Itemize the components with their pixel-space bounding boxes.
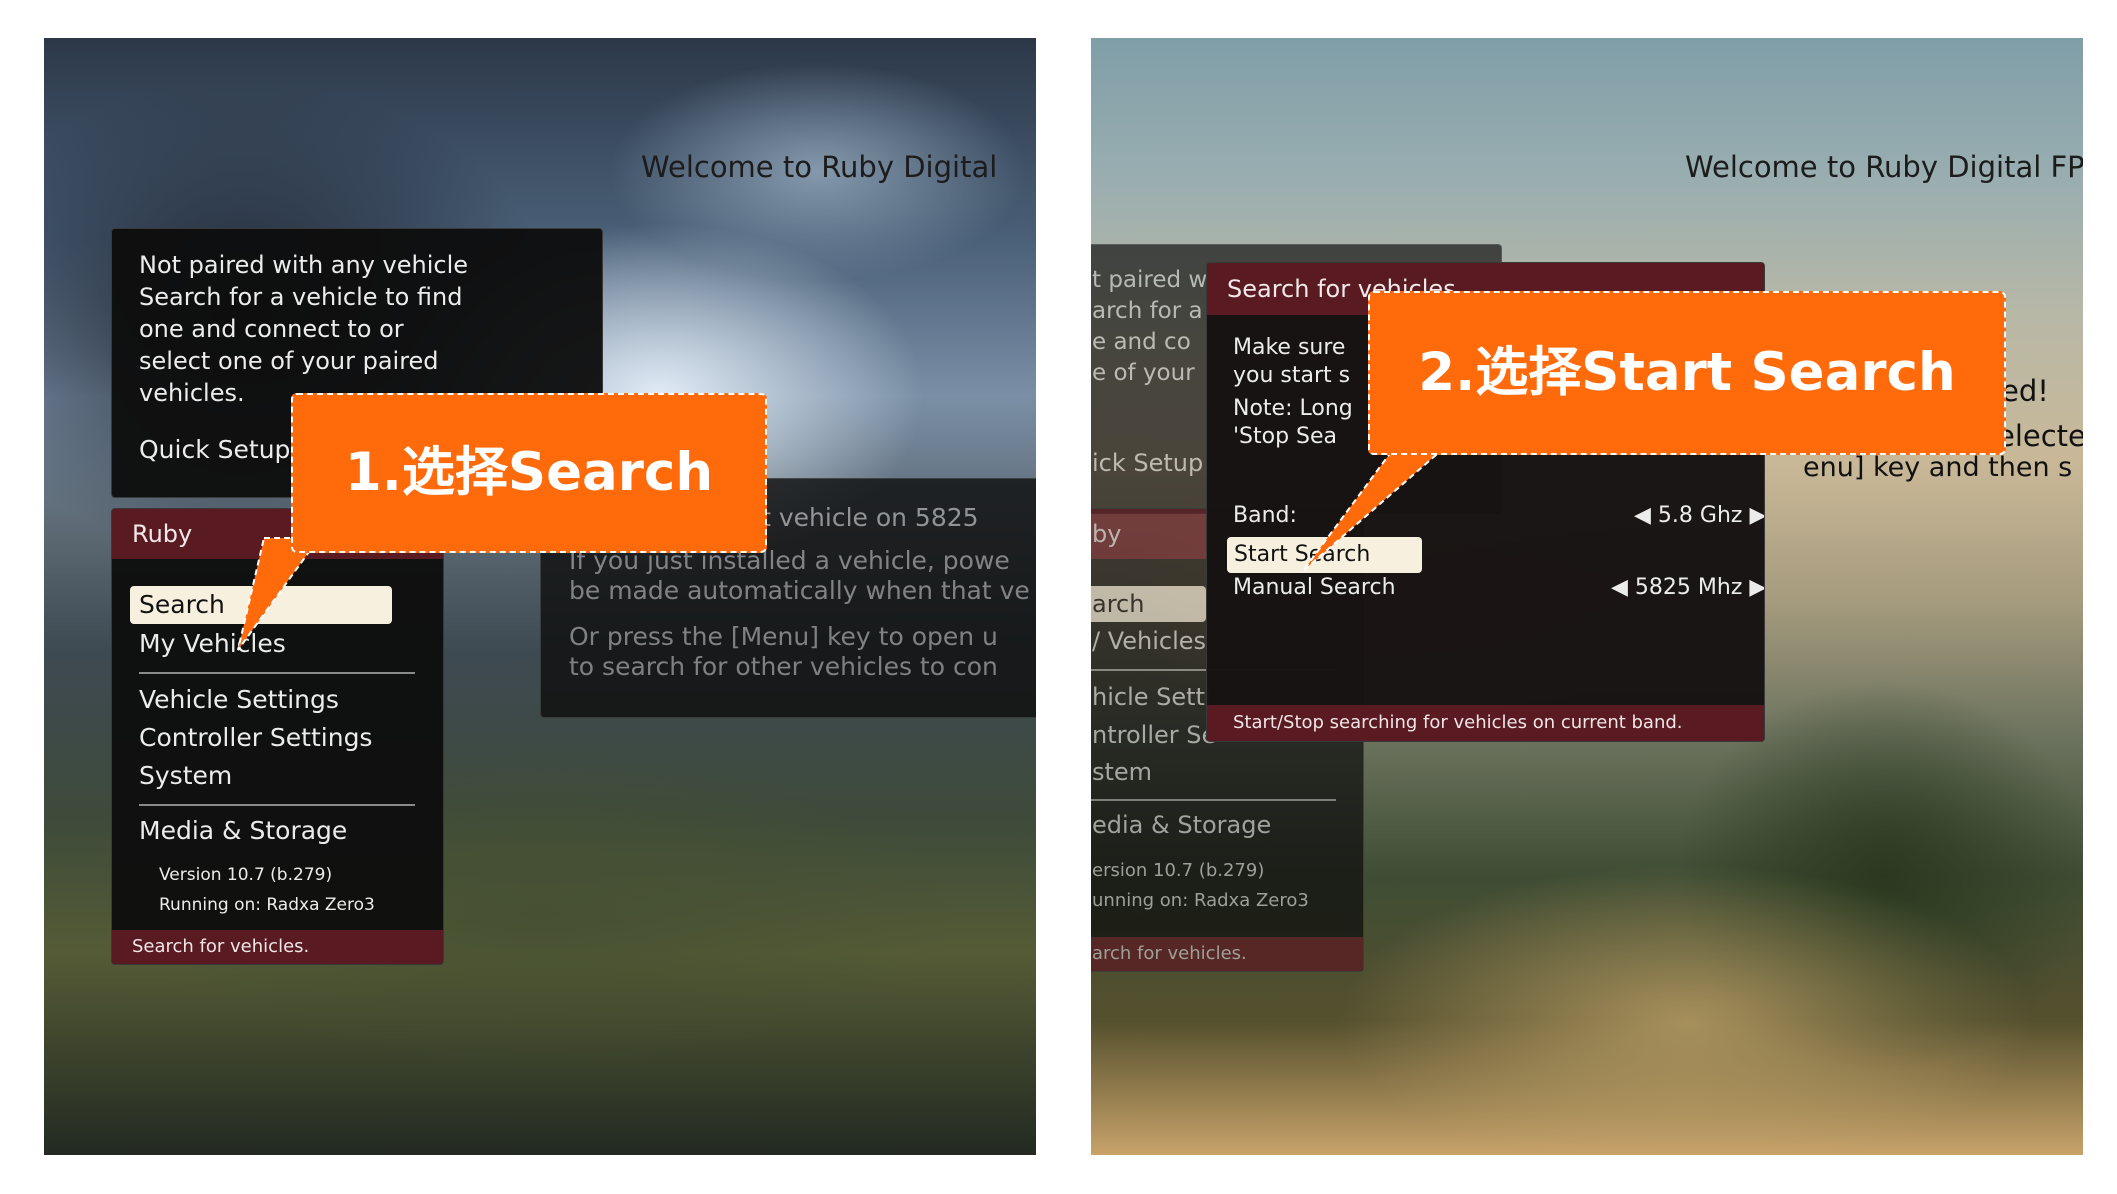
quick-setup-button[interactable]: ick Setup: [1092, 449, 1203, 477]
divider: [1091, 799, 1336, 801]
menu-item-media-storage[interactable]: edia & Storage: [1092, 811, 1271, 839]
info-line: e and co: [1092, 329, 1191, 355]
menu-item-search[interactable]: arch: [1091, 586, 1206, 622]
step-1-callout: 1.选择Search: [291, 393, 767, 553]
dialog-text: 'Stop Sea: [1233, 424, 1338, 449]
info-line: e of your: [1092, 360, 1195, 386]
band-value: 5.8 Ghz: [1657, 503, 1743, 528]
menu-item-controller-settings[interactable]: ntroller Se: [1092, 721, 1216, 749]
welcome-title: Welcome to Ruby Digital FP: [1685, 150, 2083, 184]
manual-search-button[interactable]: Manual Search: [1233, 575, 1396, 600]
menu-item-vehicle-settings[interactable]: Vehicle Settings: [139, 685, 339, 714]
info-text: Not paired with any vehicle Search for a…: [139, 249, 468, 409]
screenshot-step-2: Welcome to Ruby Digital FP ed! electe en…: [1091, 38, 2083, 1155]
menu-item-system[interactable]: stem: [1092, 758, 1152, 786]
panel-text: be made automatically when that ve: [569, 576, 1030, 605]
menu-item-media-storage[interactable]: Media & Storage: [139, 816, 347, 845]
menu-footer: arch for vehicles.: [1091, 937, 1363, 971]
running-on-text: unning on: Radxa Zero3: [1092, 890, 1309, 911]
side-text: enu] key and then s: [1803, 452, 2073, 483]
info-line: select one of your paired: [139, 347, 439, 375]
menu-footer: Search for vehicles.: [112, 930, 443, 964]
screenshot-step-1: Welcome to Ruby Digital Not paired with …: [44, 38, 1036, 1155]
step-2-callout: 2.选择Start Search: [1368, 291, 2006, 455]
menu-item-vehicle-settings[interactable]: hicle Setti: [1092, 683, 1212, 711]
info-line: one and connect to or: [139, 315, 404, 343]
quick-setup-button[interactable]: Quick Setup: [139, 435, 290, 464]
info-text: t paired w arch for a e and co e of your: [1092, 265, 1207, 389]
callout-pointer: [1302, 447, 1447, 572]
dialog-text: you start s: [1233, 363, 1351, 388]
menu-item-system[interactable]: System: [139, 761, 232, 790]
panel-text: to search for other vehicles to con: [569, 652, 998, 681]
dialog-text: Make sure: [1233, 335, 1346, 360]
info-line: Search for a vehicle to find: [139, 283, 463, 311]
arrow-right-icon[interactable]: ▶: [1749, 503, 1764, 528]
band-selector[interactable]: ◀ 5.8 Ghz ▶: [1634, 503, 1764, 528]
arrow-left-icon[interactable]: ◀: [1634, 503, 1651, 528]
side-text: ed!: [2001, 374, 2049, 408]
divider: [139, 804, 415, 806]
side-text: electe: [1997, 419, 2083, 453]
divider: [139, 672, 415, 674]
welcome-title: Welcome to Ruby Digital: [641, 150, 998, 184]
version-text: Version 10.7 (b.279): [159, 865, 333, 885]
info-line: arch for a: [1092, 298, 1203, 324]
callout-pointer: [237, 537, 321, 651]
arrow-left-icon[interactable]: ◀: [1611, 575, 1628, 600]
arrow-right-icon[interactable]: ▶: [1749, 575, 1764, 600]
panel-text: Or press the [Menu] key to open u: [569, 622, 998, 651]
frequency-value: 5825 Mhz: [1634, 575, 1743, 600]
info-line: t paired w: [1092, 267, 1208, 293]
dialog-text: Note: Long: [1233, 396, 1353, 421]
running-on-text: Running on: Radxa Zero3: [159, 895, 375, 915]
menu-item-my-vehicles[interactable]: / Vehicles: [1092, 627, 1206, 655]
menu-item-controller-settings[interactable]: Controller Settings: [139, 723, 372, 752]
version-text: ersion 10.7 (b.279): [1092, 860, 1265, 881]
info-line: Not paired with any vehicle: [139, 251, 469, 279]
dialog-footer: Start/Stop searching for vehicles on cur…: [1207, 705, 1764, 741]
band-label: Band:: [1233, 503, 1297, 528]
frequency-selector[interactable]: ◀ 5825 Mhz ▶: [1611, 575, 1764, 600]
